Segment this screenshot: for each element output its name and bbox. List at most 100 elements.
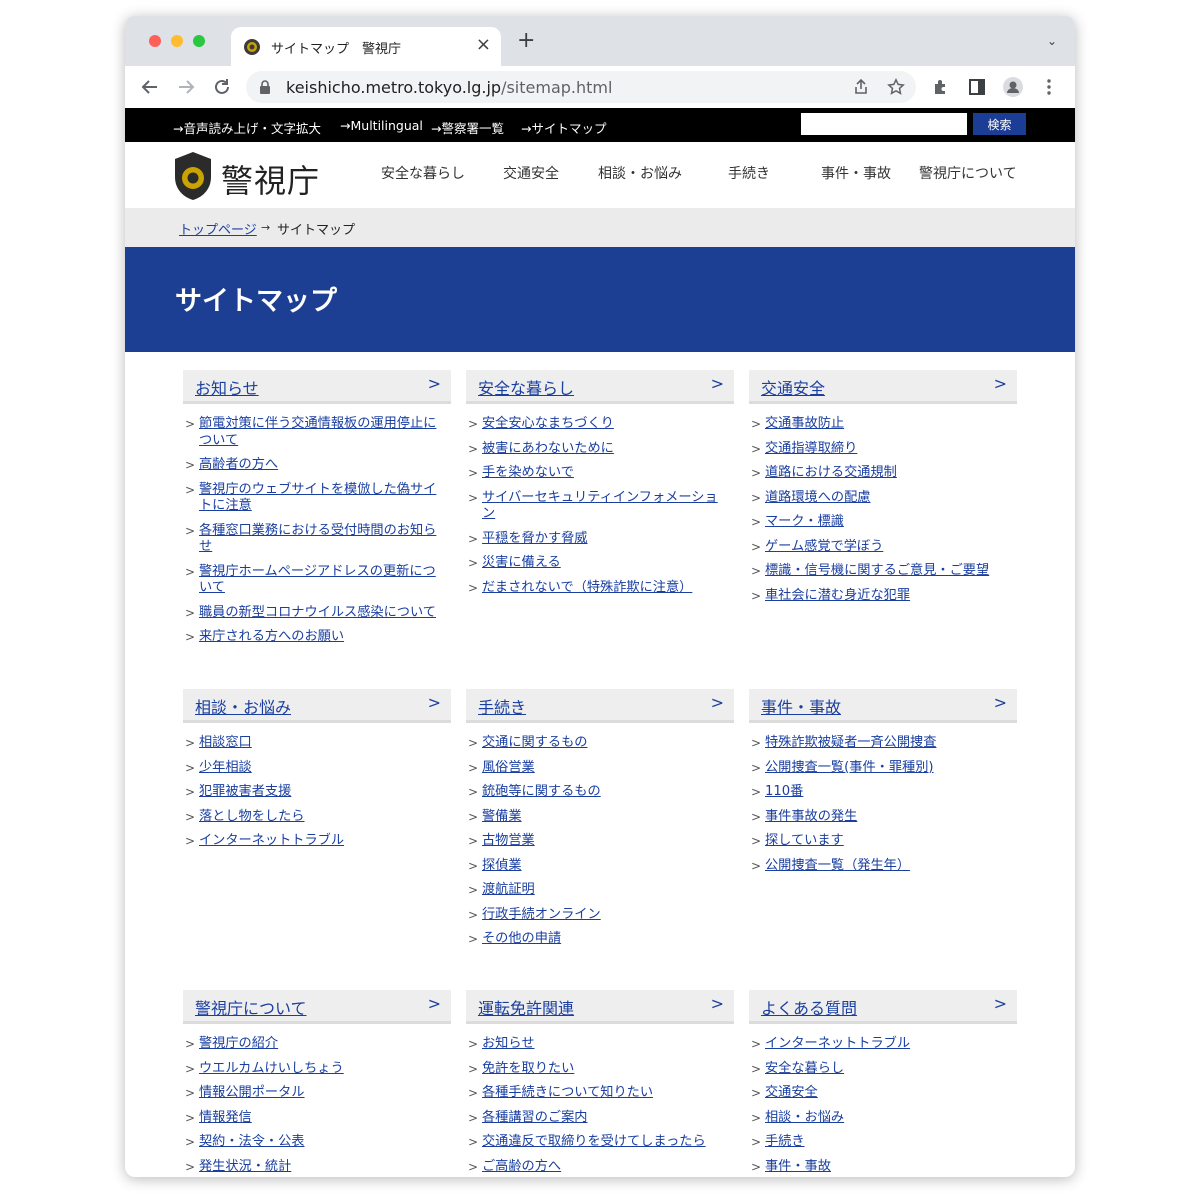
section-header-license[interactable]: 運転免許関連 > [466,990,734,1024]
list-item[interactable]: > サイバーセキュリティインフォメーション [468,490,726,523]
list-item[interactable]: > 相談・お悩み [751,1110,1009,1127]
list-item[interactable]: > 手続き [751,1134,1009,1151]
list-item[interactable]: > インターネットトラブル [751,1036,1009,1053]
list-item[interactable]: > 交通事故防止 [751,416,1009,433]
list-item[interactable]: > 古物営業 [468,833,726,850]
extensions-puzzle-icon[interactable] [931,77,951,97]
list-item[interactable]: > 発生状況・統計 [185,1159,443,1176]
kebab-menu-icon[interactable] [1039,77,1059,97]
list-item[interactable]: > 相談窓口 [185,735,443,752]
side-panel-icon[interactable] [967,77,987,97]
list-item[interactable]: > 警視庁ホームページアドレスの更新について [185,564,443,597]
list-item[interactable]: > 平穏を脅かす脅威 [468,531,726,548]
nav-incidents[interactable]: 事件・事故 [821,163,891,183]
maximize-window-button[interactable] [193,35,205,47]
list-item[interactable]: > 探偵業 [468,858,726,875]
list-item[interactable]: > 交通違反で取締りを受けてしまったら [468,1134,726,1151]
section-header-safe-living[interactable]: 安全な暮らし > [466,370,734,404]
list-item[interactable]: > 銃砲等に関するもの [468,784,726,801]
list-item[interactable]: > お知らせ [468,1036,726,1053]
section-header-news[interactable]: お知らせ > [183,370,451,404]
list-item[interactable]: > だまされないで（特殊詐欺に注意） [468,580,726,597]
section-header-consultation[interactable]: 相談・お悩み > [183,689,451,723]
list-item[interactable]: > 節電対策に伴う交通情報板の運用停止について [185,416,443,449]
list-item[interactable]: > 道路における交通規制 [751,465,1009,482]
section-header-about[interactable]: 警視庁について > [183,990,451,1024]
list-item[interactable]: > 災害に備える [468,555,726,572]
share-icon[interactable] [852,78,870,96]
active-tab[interactable]: サイトマップ 警視庁 × [231,27,501,66]
list-item[interactable]: > 標識・信号機に関するご意見・ご要望 [751,563,1009,580]
new-tab-button[interactable]: + [517,30,535,52]
list-item[interactable]: > 各種窓口業務における受付時間のお知らせ [185,523,443,556]
minimize-window-button[interactable] [171,35,183,47]
list-item[interactable]: > 少年相談 [185,760,443,777]
list-item[interactable]: > 公開捜査一覧（発生年） [751,858,1009,875]
list-item[interactable]: > 来庁される方へのお願い [185,629,443,646]
tab-search-chevron-icon[interactable]: ⌄ [1047,34,1057,48]
list-item[interactable]: > 風俗営業 [468,760,726,777]
list-item[interactable]: > 交通指導取締り [751,441,1009,458]
list-item[interactable]: > 交通に関するもの [468,735,726,752]
list-item[interactable]: > 情報公開ポータル [185,1085,443,1102]
section-header-traffic-safety[interactable]: 交通安全 > [749,370,1017,404]
list-item[interactable]: > 手を染めないで [468,465,726,482]
list-item[interactable]: > マーク・標識 [751,514,1009,531]
site-search-input[interactable] [801,113,967,135]
profile-avatar-icon[interactable] [1003,77,1023,97]
list-item[interactable]: > 警備業 [468,809,726,826]
nav-traffic-safety[interactable]: 交通安全 [503,163,559,183]
section-header-faq[interactable]: よくある質問 > [749,990,1017,1024]
back-arrow-icon[interactable] [141,78,159,96]
list-item[interactable]: > 情報発信 [185,1110,443,1127]
list-item[interactable]: > 契約・法令・公表 [185,1134,443,1151]
utility-link-sitemap[interactable]: →サイトマップ [521,118,607,137]
utility-link-accessibility[interactable]: →音声読み上げ・文字拡大 [173,118,321,137]
list-item[interactable]: > 警視庁のウェブサイトを模倣した偽サイトに注意 [185,482,443,515]
breadcrumb-home-link[interactable]: トップページ [179,219,257,238]
section-header-procedures[interactable]: 手続き > [466,689,734,723]
list-item[interactable]: > 行政手続オンライン [468,907,726,924]
list-item[interactable]: > ウエルカムけいしちょう [185,1061,443,1078]
nav-safe-living[interactable]: 安全な暮らし [381,163,465,183]
search-button[interactable]: 検索 [973,113,1026,135]
list-item[interactable]: > 車社会に潜む身近な犯罪 [751,588,1009,605]
list-item[interactable]: > 安全な暮らし [751,1061,1009,1078]
reload-icon[interactable] [213,78,231,96]
list-item[interactable]: > 安全安心なまちづくり [468,416,726,433]
list-item[interactable]: > インターネットトラブル [185,833,443,850]
list-item[interactable]: > 探しています [751,833,1009,850]
list-item[interactable]: > 落とし物をしたら [185,809,443,826]
list-item[interactable]: > 特殊詐欺被疑者一斉公開捜査 [751,735,1009,752]
nav-procedures[interactable]: 手続き [728,163,770,183]
site-logo[interactable]: 警視庁 [173,151,333,203]
list-item[interactable]: > 各種手続きについて知りたい [468,1085,726,1102]
list-item[interactable]: > 事件・事故 [751,1159,1009,1176]
list-item[interactable]: > ご高齢の方へ [468,1159,726,1176]
nav-about[interactable]: 警視庁について [919,163,1017,183]
list-item[interactable]: > 職員の新型コロナウイルス感染について [185,605,443,622]
list-item[interactable]: > 道路環境への配慮 [751,490,1009,507]
section-header-incidents[interactable]: 事件・事故 > [749,689,1017,723]
close-window-button[interactable] [149,35,161,47]
close-tab-icon[interactable]: × [476,34,491,55]
list-item[interactable]: > 交通安全 [751,1085,1009,1102]
forward-arrow-icon[interactable] [177,78,195,96]
list-item[interactable]: > 犯罪被害者支援 [185,784,443,801]
bookmark-star-icon[interactable] [887,78,905,96]
list-item[interactable]: > 事件事故の発生 [751,809,1009,826]
utility-link-stations[interactable]: →警察署一覧 [431,118,504,137]
list-item[interactable]: > 各種講習のご案内 [468,1110,726,1127]
list-item[interactable]: >110番 [751,784,1009,801]
utility-link-multilingual[interactable]: →Multilingual [340,118,423,133]
lock-icon[interactable] [260,80,270,94]
list-item[interactable]: > 被害にあわないために [468,441,726,458]
list-item[interactable]: > 警視庁の紹介 [185,1036,443,1053]
address-bar[interactable]: keishicho.metro.tokyo.lg.jp/sitemap.html [246,71,916,103]
list-item[interactable]: > 高齢者の方へ [185,457,443,474]
list-item[interactable]: > 免許を取りたい [468,1061,726,1078]
list-item[interactable]: > その他の申請 [468,931,726,948]
nav-consultation[interactable]: 相談・お悩み [598,163,682,183]
list-item[interactable]: > 渡航証明 [468,882,726,899]
list-item[interactable]: > 公開捜査一覧(事件・罪種別) [751,760,1009,777]
